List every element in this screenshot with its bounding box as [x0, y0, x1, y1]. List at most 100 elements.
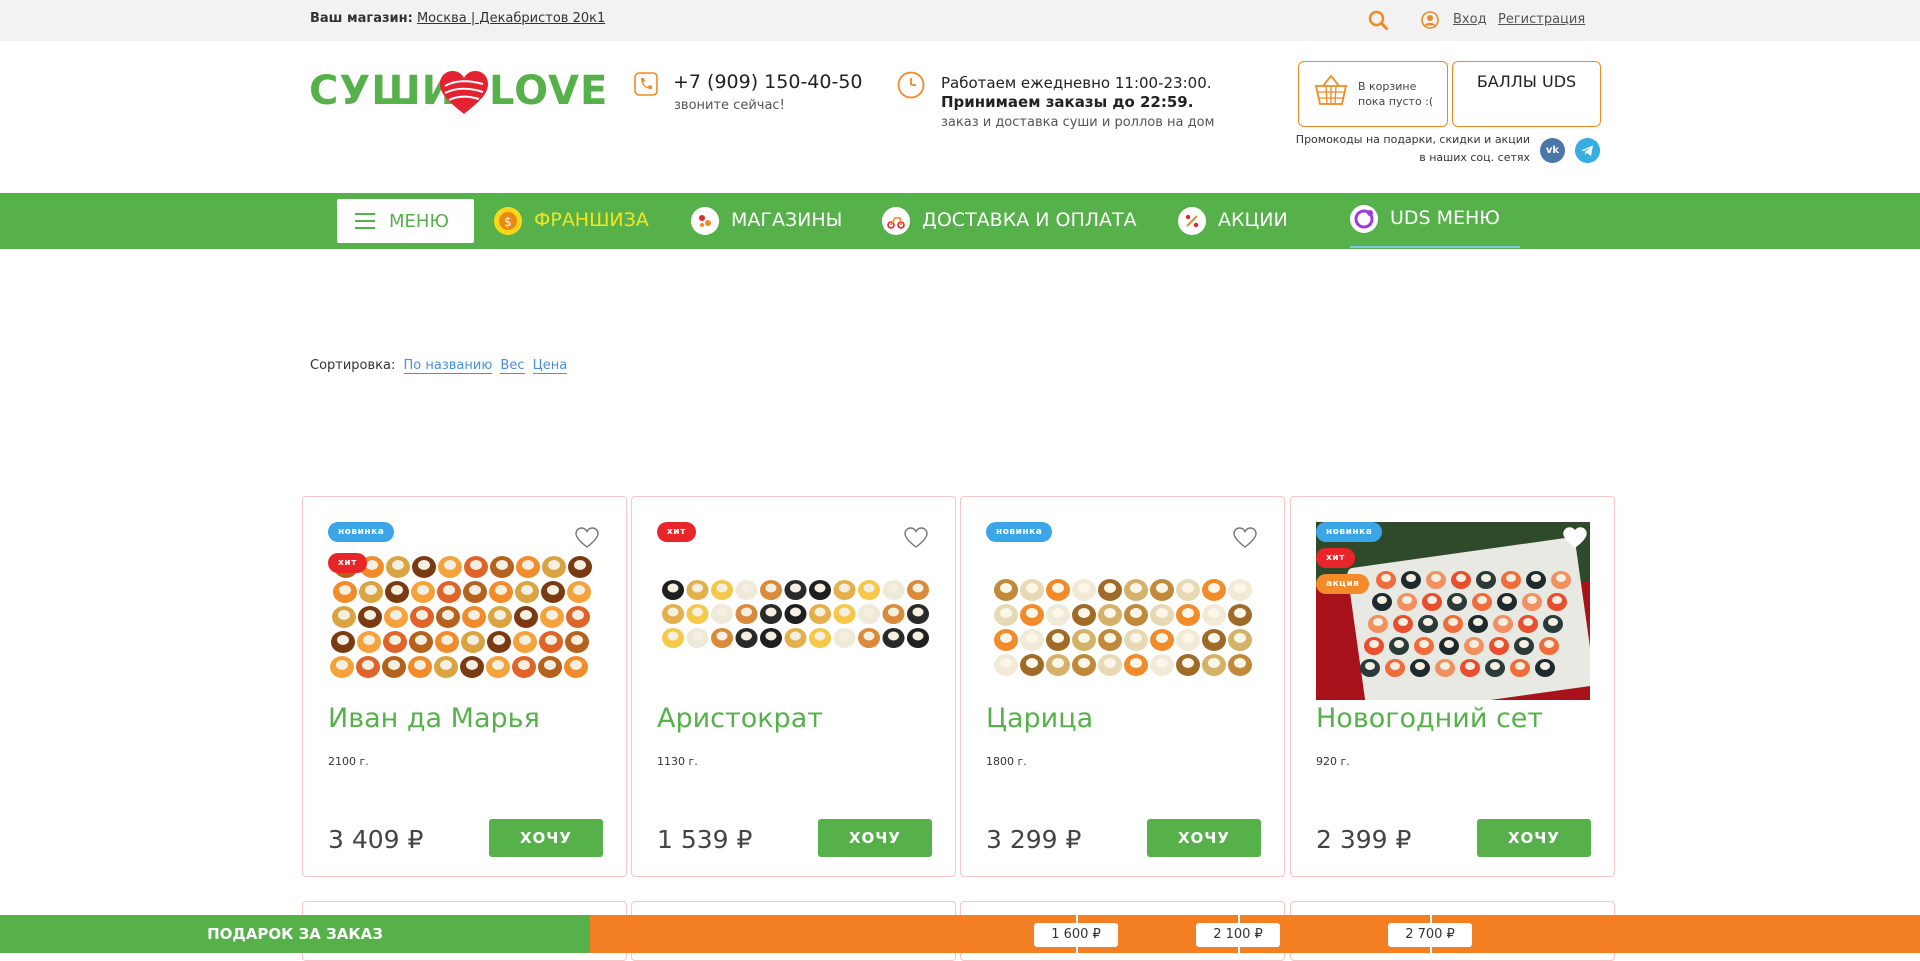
sushi-roll-filling — [390, 610, 402, 620]
sushi-roll-filling — [1234, 583, 1246, 593]
sushi-roll-filling — [741, 607, 752, 617]
hours-line: Работаем ежедневно 11:00-23:00. — [941, 74, 1212, 92]
cart-button[interactable]: В корзине пока пусто :( — [1298, 61, 1448, 127]
phone-icon — [634, 72, 658, 96]
badge-sale: акция — [1316, 574, 1370, 594]
sushi-roll-filling — [1182, 608, 1194, 618]
sushi-roll-filling — [667, 607, 679, 617]
register-link[interactable]: Регистрация — [1498, 12, 1585, 27]
sushi-roll-filling — [362, 660, 374, 670]
badge-new: новинка — [986, 522, 1053, 542]
promo-text-line1: Промокоды на подарки, скидки и акции — [1295, 133, 1530, 146]
sushi-roll-filling — [1208, 583, 1220, 593]
sushi-roll-filling — [1515, 661, 1525, 671]
sushi-roll-filling — [1130, 658, 1142, 668]
promo-text-line2: в наших соц. сетях — [1419, 151, 1530, 164]
sushi-roll-filling — [741, 583, 752, 593]
sushi-roll-filling — [1078, 608, 1090, 618]
sushi-roll-filling — [1208, 658, 1220, 668]
sushi-roll-filling — [1527, 595, 1537, 605]
sushi-roll-filling — [518, 660, 530, 670]
favorite-heart-icon[interactable] — [1233, 527, 1257, 549]
favorite-heart-icon[interactable] — [1563, 527, 1587, 549]
sushi-roll-filling — [1182, 633, 1194, 643]
product-price: 1 539 ₽ — [657, 825, 753, 854]
product-weight: 920 г. — [1316, 755, 1350, 768]
sushi-roll-filling — [520, 610, 532, 620]
sushi-roll-filling — [1104, 583, 1116, 593]
sushi-roll-filling — [839, 631, 850, 641]
product-name[interactable]: Новогодний сет — [1316, 703, 1543, 734]
product-card: новинка хит акция Новогодний сет 920 г. … — [1290, 496, 1615, 877]
sushi-roll-filling — [467, 635, 479, 645]
telegram-icon[interactable] — [1575, 138, 1600, 163]
sushi-roll-filling — [339, 585, 351, 595]
sushi-roll-filling — [790, 583, 801, 593]
search-icon[interactable] — [1368, 10, 1388, 30]
nav-stores-label: МАГАЗИНЫ — [731, 209, 843, 231]
favorite-heart-icon[interactable] — [575, 527, 599, 549]
sushi-roll-filling — [1494, 639, 1504, 649]
sushi-roll-filling — [1548, 617, 1558, 627]
sushi-roll-filling — [692, 607, 703, 617]
sushi-roll-filling — [716, 583, 728, 593]
sushi-roll-filling — [839, 607, 850, 617]
logo[interactable]: СУШИ LOVE — [309, 68, 607, 118]
sushi-roll-filling — [1208, 608, 1220, 618]
sushi-roll-filling — [1156, 608, 1168, 618]
sushi-roll-filling — [1381, 573, 1391, 583]
product-name[interactable]: Иван да Марья — [328, 703, 540, 734]
sushi-roll-filling — [863, 631, 875, 641]
svg-text:$: $ — [504, 215, 512, 229]
favorite-heart-icon[interactable] — [904, 527, 928, 549]
login-link[interactable]: Вход — [1453, 12, 1487, 27]
gift-label[interactable]: ПОДАРОК ЗА ЗАКАЗ — [0, 915, 590, 953]
product-weight: 1800 г. — [986, 755, 1027, 768]
product-name[interactable]: Царица — [986, 703, 1093, 734]
sushi-roll-filling — [1026, 608, 1038, 618]
logo-heart-icon — [440, 71, 488, 114]
sushi-roll-filling — [492, 660, 504, 670]
sushi-roll-filling — [336, 660, 348, 670]
sushi-roll-filling — [1477, 595, 1487, 605]
sushi-roll-filling — [1394, 639, 1404, 649]
sort-bar: Сортировка: По названию Вес Цена — [310, 358, 568, 374]
buy-button[interactable]: ХОЧУ — [1147, 819, 1261, 857]
store-selector: Ваш магазин: Москва | Декабристов 20к1 — [310, 11, 605, 26]
sushi-roll-filling — [1234, 658, 1246, 668]
vk-icon[interactable]: vk — [1540, 138, 1565, 163]
uds-points-button[interactable]: БАЛЛЫ UDS — [1452, 61, 1601, 127]
sort-by-price[interactable]: Цена — [532, 358, 568, 374]
sushi-roll-filling — [443, 585, 455, 595]
store-link[interactable]: Москва | Декабристов 20к1 — [417, 11, 605, 26]
store-icon — [691, 207, 719, 235]
nav-promos-label: АКЦИИ — [1218, 209, 1288, 231]
sushi-roll-filling — [1000, 658, 1012, 668]
sort-by-name[interactable]: По названию — [403, 358, 493, 374]
gift-threshold: 1 600 ₽ — [1034, 923, 1118, 947]
sushi-roll-filling — [1156, 583, 1168, 593]
sushi-roll-filling — [392, 560, 404, 570]
product-card: новинка хит Иван да Марья 2100 г. 3 409 … — [302, 496, 627, 877]
sushi-roll-filling — [1052, 608, 1064, 618]
phone-number[interactable]: +7 (909) 150-40-50 — [673, 71, 863, 93]
buy-button[interactable]: ХОЧУ — [489, 819, 603, 857]
sushi-roll-filling — [468, 610, 480, 620]
sushi-roll-filling — [1182, 658, 1194, 668]
sushi-roll-filling — [1156, 658, 1168, 668]
sushi-roll-filling — [414, 660, 426, 670]
sushi-roll-filling — [765, 631, 777, 641]
buy-button[interactable]: ХОЧУ — [818, 819, 932, 857]
sushi-roll-filling — [365, 585, 377, 595]
sushi-roll-filling — [391, 585, 403, 595]
sushi-roll-filling — [519, 635, 531, 645]
sushi-roll-filling — [1052, 633, 1064, 643]
product-name[interactable]: Аристократ — [657, 703, 823, 734]
menu-button[interactable]: МЕНЮ — [337, 199, 474, 243]
sushi-roll-filling — [1469, 639, 1479, 649]
sort-by-weight[interactable]: Вес — [500, 358, 525, 374]
nav-delivery-label: ДОСТАВКА И ОПЛАТА — [922, 209, 1137, 231]
buy-button[interactable]: ХОЧУ — [1477, 819, 1591, 857]
sushi-roll-filling — [1452, 595, 1462, 605]
top-bar: Ваш магазин: Москва | Декабристов 20к1 В… — [0, 0, 1920, 41]
